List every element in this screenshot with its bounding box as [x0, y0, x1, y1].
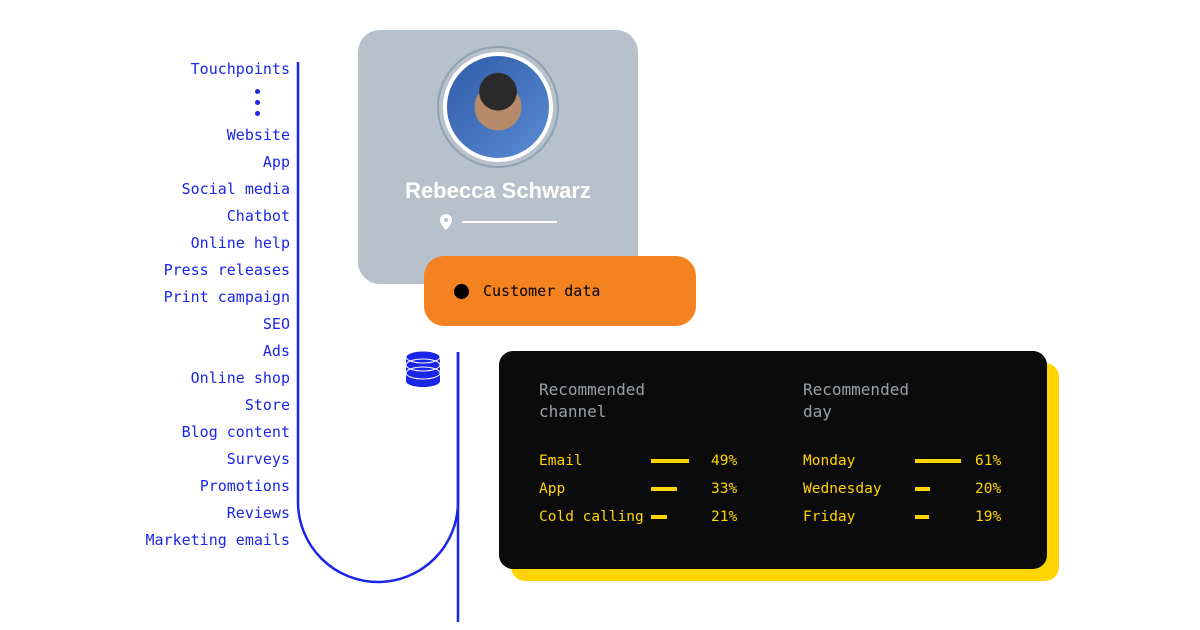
- location-pin-icon: [440, 214, 452, 230]
- rec-channel-label: Email: [539, 447, 651, 475]
- touchpoints-item: App: [80, 149, 290, 176]
- rec-bar: [651, 459, 689, 463]
- rec-day-row: Monday 61%: [803, 447, 1007, 475]
- touchpoints-item: Print campaign: [80, 284, 290, 311]
- touchpoints-item: Marketing emails: [80, 527, 290, 554]
- touchpoints-item: Ads: [80, 338, 290, 365]
- touchpoints-item: Chatbot: [80, 203, 290, 230]
- touchpoints-title: Touchpoints: [80, 56, 290, 83]
- rec-day-label: Wednesday: [803, 475, 915, 503]
- rec-channel-pct: 49%: [711, 447, 737, 475]
- rec-channel-label: App: [539, 475, 651, 503]
- touchpoints-item: Online shop: [80, 365, 290, 392]
- rec-day-pct: 19%: [975, 503, 1001, 531]
- customer-data-label: Customer data: [483, 282, 600, 300]
- rec-day-row: Wednesday 20%: [803, 475, 1007, 503]
- touchpoints-ellipsis: [80, 89, 290, 116]
- customer-data-pill: Customer data: [424, 256, 696, 326]
- rec-day-pct: 61%: [975, 447, 1001, 475]
- profile-name: Rebecca Schwarz: [405, 178, 591, 204]
- touchpoints-panel: Touchpoints Website App Social media Cha…: [80, 56, 290, 554]
- profile-card: Rebecca Schwarz: [358, 30, 638, 284]
- avatar: [443, 52, 553, 162]
- recommendation-panel: Recommended channel Email 49% App 33% Co…: [499, 351, 1047, 569]
- touchpoints-item: Surveys: [80, 446, 290, 473]
- rec-day-label: Monday: [803, 447, 915, 475]
- rec-bar: [651, 515, 667, 519]
- rec-day-row: Friday 19%: [803, 503, 1007, 531]
- touchpoints-item: Press releases: [80, 257, 290, 284]
- rec-bar: [915, 459, 961, 463]
- rec-channel-row: Email 49%: [539, 447, 743, 475]
- location-placeholder-line: [462, 221, 557, 223]
- rec-channel-label: Cold calling: [539, 503, 651, 531]
- recommended-channel-title: Recommended channel: [539, 379, 743, 423]
- recommended-channel-column: Recommended channel Email 49% App 33% Co…: [539, 379, 743, 541]
- rec-channel-pct: 21%: [711, 503, 737, 531]
- touchpoints-item: Social media: [80, 176, 290, 203]
- recommended-day-title: Recommended day: [803, 379, 1007, 423]
- touchpoints-item: Website: [80, 122, 290, 149]
- rec-day-pct: 20%: [975, 475, 1001, 503]
- dot-icon: [454, 284, 469, 299]
- touchpoints-item: Store: [80, 392, 290, 419]
- database-icon: [404, 350, 442, 394]
- touchpoints-item: Promotions: [80, 473, 290, 500]
- touchpoints-item: SEO: [80, 311, 290, 338]
- recommended-day-column: Recommended day Monday 61% Wednesday 20%…: [803, 379, 1007, 541]
- touchpoints-item: Blog content: [80, 419, 290, 446]
- touchpoints-item: Reviews: [80, 500, 290, 527]
- touchpoints-item: Online help: [80, 230, 290, 257]
- profile-location-row: [440, 214, 557, 230]
- rec-channel-row: Cold calling 21%: [539, 503, 743, 531]
- rec-bar: [915, 487, 930, 491]
- rec-bar: [651, 487, 677, 491]
- rec-day-label: Friday: [803, 503, 915, 531]
- rec-channel-pct: 33%: [711, 475, 737, 503]
- rec-channel-row: App 33%: [539, 475, 743, 503]
- rec-bar: [915, 515, 929, 519]
